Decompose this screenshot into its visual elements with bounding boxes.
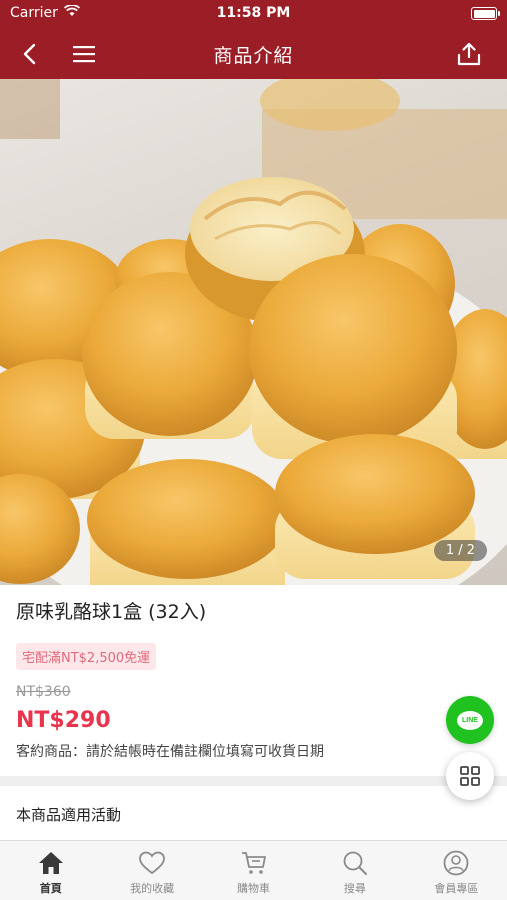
search-icon bbox=[343, 851, 367, 875]
grid-icon bbox=[460, 766, 480, 786]
tab-member-label: 會員專區 bbox=[434, 882, 479, 895]
screen: Carrier 11:58 PM 商品介紹 1 / 2 原味乳酪球1盒 (32入… bbox=[0, 0, 507, 900]
home-icon bbox=[38, 852, 63, 874]
applicable-activities-heading: 本商品適用活動 bbox=[16, 806, 122, 824]
user-icon bbox=[443, 850, 469, 876]
status-time: 11:58 PM bbox=[216, 5, 291, 21]
share-button[interactable] bbox=[451, 36, 487, 72]
tab-favorites[interactable]: 我的收藏 bbox=[101, 841, 202, 900]
line-icon: LINE bbox=[457, 710, 483, 730]
tab-search[interactable]: 搜尋 bbox=[304, 841, 405, 900]
bottom-tab-bar: 首頁 我的收藏 購物車 搜尋 會員專區 bbox=[0, 840, 507, 900]
tab-home[interactable]: 首頁 bbox=[0, 841, 101, 900]
heart-icon bbox=[139, 851, 166, 875]
tab-home-label: 首頁 bbox=[39, 882, 62, 895]
quick-menu-button[interactable] bbox=[446, 752, 494, 800]
original-price: NT$360 bbox=[16, 684, 71, 700]
status-bar: Carrier 11:58 PM bbox=[0, 0, 507, 28]
image-pager-indicator: 1 / 2 bbox=[433, 540, 487, 561]
product-photo bbox=[0, 79, 507, 585]
product-image-carousel[interactable]: 1 / 2 bbox=[0, 79, 507, 585]
line-chat-button[interactable]: LINE bbox=[446, 696, 494, 744]
page-title: 商品介紹 bbox=[213, 45, 294, 67]
battery-icon bbox=[471, 7, 500, 20]
delivery-note: 客約商品：請於結帳時在備註欄位填寫可收貨日期 bbox=[16, 744, 324, 760]
share-upload-icon bbox=[457, 42, 481, 66]
product-title: 原味乳酪球1盒 (32入) bbox=[16, 601, 207, 623]
cart-icon bbox=[241, 852, 266, 874]
shipping-promo-tag: 宅配滿NT$2,500免運 bbox=[16, 643, 157, 670]
app-header: 商品介紹 bbox=[0, 28, 507, 79]
tab-favorites-label: 我的收藏 bbox=[130, 882, 175, 895]
sale-price: NT$290 bbox=[16, 708, 111, 733]
tab-search-label: 搜尋 bbox=[343, 882, 366, 895]
section-divider bbox=[0, 776, 507, 786]
tab-cart[interactable]: 購物車 bbox=[203, 841, 304, 900]
tab-member[interactable]: 會員專區 bbox=[406, 841, 507, 900]
tab-cart-label: 購物車 bbox=[237, 882, 271, 895]
